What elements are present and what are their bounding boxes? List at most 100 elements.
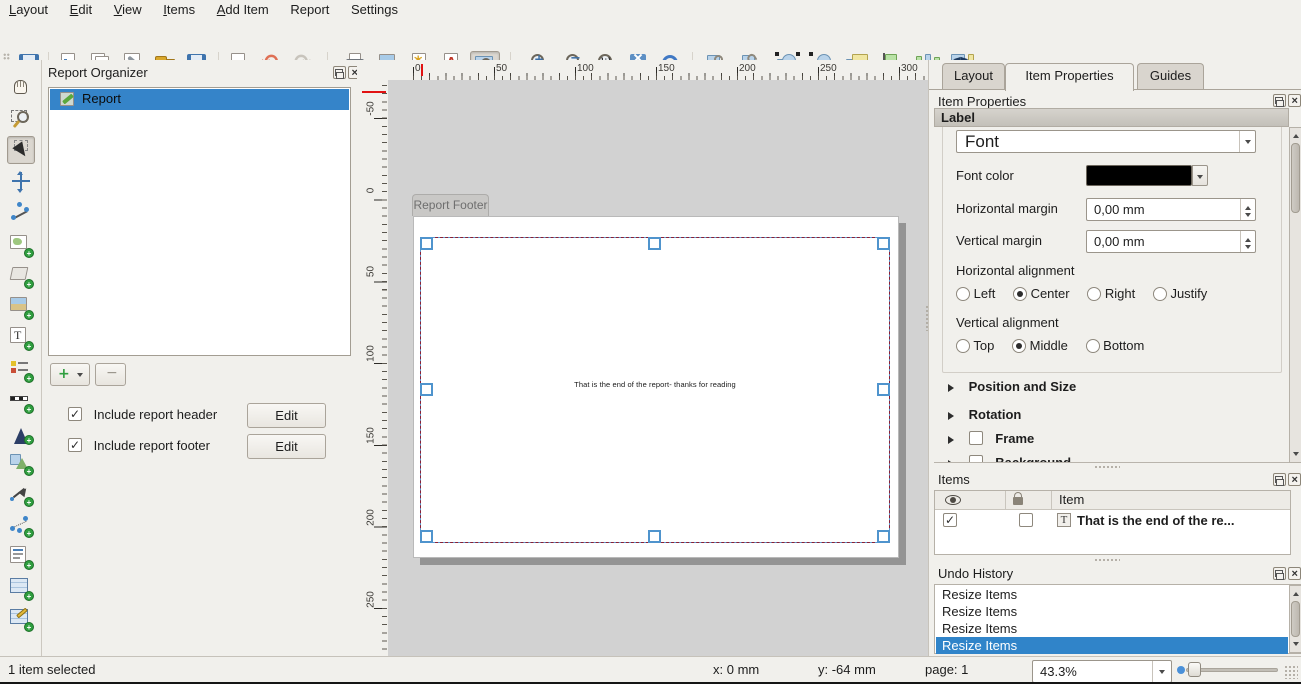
tree-row-report[interactable]: Report: [50, 89, 349, 110]
report-label-item[interactable]: That is the end of the report- thanks fo…: [420, 380, 890, 389]
panel-float-icon[interactable]: [1273, 94, 1286, 107]
tab-guides[interactable]: Guides: [1137, 63, 1204, 89]
background-section[interactable]: Background: [948, 455, 1071, 463]
horizontal-alignment-radios: Left Center Right Justify: [956, 286, 1221, 301]
layout-view[interactable]: Report Footer That is the end of the rep…: [388, 80, 928, 656]
add-node-item-icon[interactable]: +: [7, 511, 35, 539]
panel-splitter[interactable]: [1094, 558, 1120, 563]
radio-middle[interactable]: [1012, 339, 1026, 353]
panel-close-icon[interactable]: [1288, 94, 1301, 107]
tab-item-properties[interactable]: Item Properties: [1005, 63, 1134, 91]
rotation-section[interactable]: Rotation: [948, 407, 1021, 422]
move-item-content-icon[interactable]: [7, 168, 35, 196]
resize-handle-sw[interactable]: [420, 530, 433, 543]
resize-handle-n[interactable]: [648, 237, 661, 250]
resize-handle-se[interactable]: [877, 530, 890, 543]
item-visibility-checkbox[interactable]: [943, 513, 957, 527]
include-footer-checkbox[interactable]: [68, 438, 82, 452]
radio-top[interactable]: [956, 339, 970, 353]
label-section-title: Label: [941, 110, 975, 125]
menu-layout[interactable]: Layout: [0, 0, 57, 22]
undo-entry[interactable]: Resize Items: [936, 586, 1288, 603]
background-checkbox[interactable]: [969, 455, 983, 463]
zoom-slider-handle[interactable]: [1188, 662, 1201, 677]
add-label-icon[interactable]: T +: [7, 324, 35, 352]
resize-handle-w[interactable]: [420, 383, 433, 396]
radio-bottom-label[interactable]: Bottom: [1103, 338, 1144, 353]
select-move-item-icon[interactable]: [7, 136, 35, 164]
menu-edit[interactable]: Edit: [61, 0, 101, 22]
add-legend-icon[interactable]: +: [7, 356, 35, 384]
menu-items[interactable]: Items: [154, 0, 204, 22]
undo-entry[interactable]: Resize Items: [936, 620, 1288, 637]
menu-report[interactable]: Report: [281, 0, 338, 22]
vertical-margin-spinbox[interactable]: 0,00 mm: [1086, 230, 1256, 253]
undo-entry-selected[interactable]: Resize Items: [936, 637, 1288, 654]
menu-view[interactable]: View: [105, 0, 151, 22]
font-color-swatch[interactable]: [1086, 165, 1192, 186]
zoom-level-combobox[interactable]: 43.3%: [1032, 660, 1172, 683]
panel-splitter[interactable]: [1094, 465, 1120, 470]
radio-left-label[interactable]: Left: [974, 286, 996, 301]
include-header-checkbox[interactable]: [68, 407, 82, 421]
menu-settings[interactable]: Settings: [342, 0, 407, 22]
menu-add-item[interactable]: Add Item: [208, 0, 278, 22]
tab-layout[interactable]: Layout: [942, 63, 1005, 89]
add-3d-map-icon[interactable]: +: [7, 262, 35, 290]
radio-middle-label[interactable]: Middle: [1030, 338, 1068, 353]
resize-handle-s[interactable]: [648, 530, 661, 543]
zoom-icon[interactable]: [7, 105, 35, 133]
ruler-tick-label: -50: [366, 94, 377, 124]
add-map-icon[interactable]: +: [7, 231, 35, 259]
edit-nodes-icon[interactable]: [7, 199, 35, 227]
radio-right[interactable]: [1087, 287, 1101, 301]
spinner-buttons[interactable]: [1240, 199, 1255, 220]
radio-right-label[interactable]: Right: [1105, 286, 1135, 301]
radio-justify-label[interactable]: Justify: [1170, 286, 1207, 301]
resize-handle-nw[interactable]: [420, 237, 433, 250]
add-picture-icon[interactable]: +: [7, 293, 35, 321]
add-attribute-table-icon[interactable]: +: [7, 574, 35, 602]
menu-bar: Layout Edit View Items Add Item Report S…: [0, 0, 1301, 22]
resize-handle-ne[interactable]: [877, 237, 890, 250]
frame-section[interactable]: Frame: [948, 431, 1034, 446]
resize-grip[interactable]: [1284, 665, 1298, 679]
panel-float-icon[interactable]: [1273, 567, 1286, 580]
horizontal-margin-spinbox[interactable]: 0,00 mm: [1086, 198, 1256, 221]
panel-close-icon[interactable]: [1288, 473, 1301, 486]
frame-checkbox[interactable]: [969, 431, 983, 445]
edit-footer-button[interactable]: Edit: [247, 434, 326, 459]
radio-bottom[interactable]: [1086, 339, 1100, 353]
pan-icon[interactable]: [7, 74, 35, 102]
add-arrow-icon[interactable]: +: [7, 480, 35, 508]
add-north-arrow-icon[interactable]: +: [7, 418, 35, 446]
position-size-section[interactable]: Position and Size: [948, 379, 1076, 394]
report-tree[interactable]: Report: [48, 87, 351, 356]
item-properties-scrollbar[interactable]: [1289, 127, 1301, 463]
items-table-row[interactable]: T That is the end of the re...: [935, 510, 1290, 531]
panel-float-icon[interactable]: [333, 66, 346, 79]
panel-float-icon[interactable]: [1273, 473, 1286, 486]
item-lock-checkbox[interactable]: [1019, 513, 1033, 527]
undo-entry[interactable]: Resize Items: [936, 603, 1288, 620]
radio-left[interactable]: [956, 287, 970, 301]
undo-history-scrollbar[interactable]: [1289, 585, 1301, 653]
add-shape-icon[interactable]: +: [7, 449, 35, 477]
vertical-ruler: -50 0 50 100 150 200 250: [362, 80, 388, 656]
add-html-icon[interactable]: +: [7, 543, 35, 571]
panel-close-icon[interactable]: [1288, 567, 1301, 580]
radio-center[interactable]: [1013, 287, 1027, 301]
add-scalebar-icon[interactable]: +: [7, 387, 35, 415]
dock-splitter[interactable]: [925, 305, 930, 331]
spinner-buttons[interactable]: [1240, 231, 1255, 252]
radio-top-label[interactable]: Top: [973, 338, 994, 353]
add-section-button[interactable]: +: [50, 363, 90, 386]
radio-justify[interactable]: [1153, 287, 1167, 301]
resize-handle-e[interactable]: [877, 383, 890, 396]
remove-section-button[interactable]: −: [95, 363, 126, 386]
edit-header-button[interactable]: Edit: [247, 403, 326, 428]
font-color-dropdown[interactable]: [1192, 165, 1208, 186]
radio-center-label[interactable]: Center: [1031, 286, 1070, 301]
add-fixed-table-icon[interactable]: +: [7, 605, 35, 633]
font-dropdown[interactable]: Font: [956, 130, 1256, 153]
